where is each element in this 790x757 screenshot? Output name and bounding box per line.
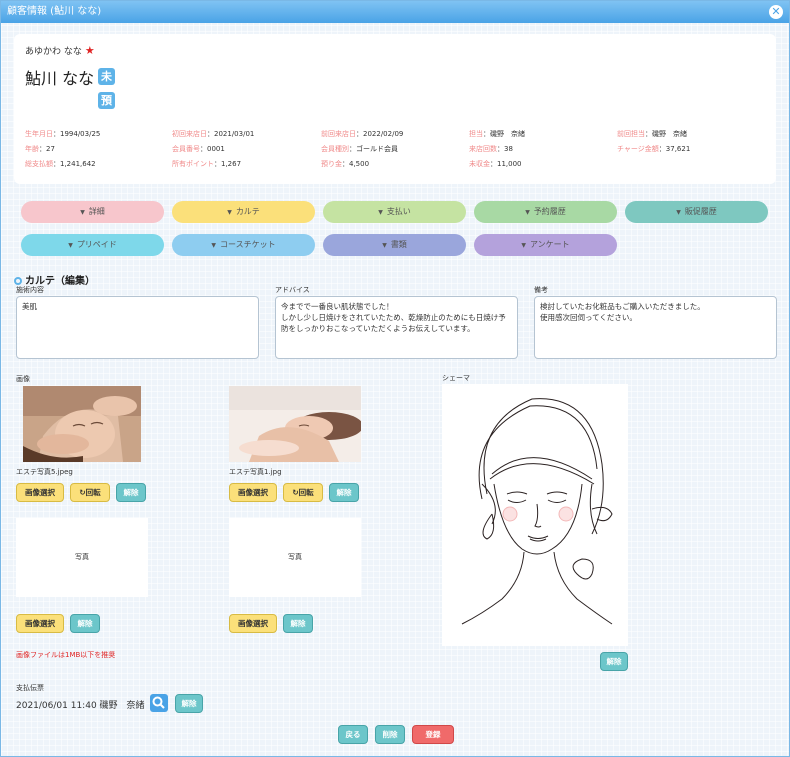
info-total-paid: 総支払額：1,241,642 <box>25 160 96 168</box>
deposit-badge: 預 <box>98 92 115 109</box>
chevron-down-icon: ▼ <box>68 242 73 249</box>
photo-4-select-button[interactable]: 画像選択 <box>229 614 277 633</box>
photo-4-clear-button[interactable]: 解除 <box>283 614 313 633</box>
unpaid-badge: 未 <box>98 68 115 85</box>
payment-slip-label: 支払伝票 <box>16 684 44 692</box>
info-member-type: 会員種別：ゴールド会員 <box>321 145 398 153</box>
customer-profile-card: あゆかわ なな ★ 鮎川 なな 未 預 生年月日：1994/03/25 初回来店日… <box>14 34 776 184</box>
chevron-down-icon: ▼ <box>521 242 526 249</box>
photo-1-rotate-button[interactable]: ↻回転 <box>70 483 110 502</box>
tab-prepaid[interactable]: ▼ プリペイド <box>21 234 164 256</box>
back-button[interactable]: 戻る <box>338 725 368 744</box>
photo-2-rotate-button[interactable]: ↻回転 <box>283 483 323 502</box>
photo-1-clear-button[interactable]: 解除 <box>116 483 146 502</box>
notes-textarea[interactable]: 検討していたお化粧品もご購入いただきました。 使用感次回伺ってください。 <box>534 296 777 359</box>
info-first-visit: 初回来店日：2021/03/01 <box>172 130 255 138</box>
chevron-down-icon: ▼ <box>676 209 681 216</box>
window-titlebar: 顧客情報 (鮎川 なな) ✕ <box>1 1 789 23</box>
info-member-number: 会員番号：0001 <box>172 145 225 153</box>
chevron-down-icon: ▼ <box>525 209 530 216</box>
chevron-down-icon: ▼ <box>227 209 232 216</box>
payment-clear-button[interactable]: 解除 <box>175 694 203 713</box>
close-icon[interactable]: ✕ <box>769 5 783 19</box>
advice-label: アドバイス <box>275 286 310 294</box>
chevron-down-icon: ▼ <box>80 209 85 216</box>
info-staff: 担当：磯野 奈緒 <box>469 130 525 138</box>
photo-3-clear-button[interactable]: 解除 <box>70 614 100 633</box>
window-title: 顧客情報 (鮎川 なな) <box>7 6 102 17</box>
photo-2 <box>229 386 361 462</box>
photo-4-placeholder: 写真 <box>229 518 361 597</box>
tab-questionnaire[interactable]: ▼ アンケート <box>474 234 617 256</box>
register-button[interactable]: 登録 <box>412 725 454 744</box>
tab-karte[interactable]: ▼ カルテ <box>172 201 315 223</box>
images-label: 画像 <box>16 375 30 383</box>
info-deposit: 預り金：4,500 <box>321 160 370 168</box>
info-charge-amount: チャージ金額：37,621 <box>617 145 691 153</box>
circle-icon <box>14 277 22 285</box>
info-points: 所有ポイント：1,267 <box>172 160 242 168</box>
photo-2-clear-button[interactable]: 解除 <box>329 483 359 502</box>
customer-name: 鮎川 なな <box>25 69 95 88</box>
tab-payment[interactable]: ▼ 支払い <box>323 201 466 223</box>
advice-textarea[interactable]: 今までで一番良い肌状態でした！ しかし少し日焼けをされていたため、乾燥防止のため… <box>275 296 518 359</box>
photo-1 <box>23 386 141 462</box>
info-receivable: 未収金：11,000 <box>469 160 522 168</box>
info-last-visit: 前回来店日：2022/02/09 <box>321 130 404 138</box>
customer-kana: あゆかわ なな ★ <box>25 44 95 57</box>
treatment-label: 施術内容 <box>16 286 44 294</box>
photo-3-placeholder: 写真 <box>16 518 148 597</box>
photo-1-filename: エステ写真5.jpeg <box>16 468 73 476</box>
photo-2-filename: エステ写真1.jpg <box>229 468 282 476</box>
search-icon[interactable] <box>150 694 168 712</box>
info-visit-count: 来店回数：38 <box>469 145 513 153</box>
schema-drawing[interactable] <box>442 384 628 646</box>
star-icon: ★ <box>84 44 95 57</box>
treatment-textarea[interactable]: 美肌 <box>16 296 259 359</box>
photo-3-select-button[interactable]: 画像選択 <box>16 614 64 633</box>
photo-1-select-button[interactable]: 画像選択 <box>16 483 64 502</box>
schema-label: シェーマ <box>442 374 470 382</box>
image-size-warning: 画像ファイルは1MB以下を推奨 <box>16 651 116 659</box>
tab-details[interactable]: ▼ 詳細 <box>21 201 164 223</box>
info-birthday: 生年月日：1994/03/25 <box>25 130 101 138</box>
customer-kana-text: あゆかわ なな <box>25 47 82 57</box>
payment-slip-value: 2021/06/01 11:40 磯野 奈緒 <box>16 701 145 711</box>
chevron-down-icon: ▼ <box>378 209 383 216</box>
photo-2-select-button[interactable]: 画像選択 <box>229 483 277 502</box>
customer-info-window: 顧客情報 (鮎川 なな) ✕ あゆかわ なな ★ 鮎川 なな 未 預 生年月日：1… <box>0 0 790 757</box>
tab-course-ticket[interactable]: ▼ コースチケット <box>172 234 315 256</box>
tab-documents[interactable]: ▼ 書類 <box>323 234 466 256</box>
chevron-down-icon: ▼ <box>382 242 387 249</box>
schema-clear-button[interactable]: 解除 <box>600 652 628 671</box>
delete-button[interactable]: 削除 <box>375 725 405 744</box>
notes-label: 備考 <box>534 286 548 294</box>
info-age: 年齢：27 <box>25 145 55 153</box>
chevron-down-icon: ▼ <box>211 242 216 249</box>
info-last-staff: 前回担当：磯野 奈緒 <box>617 130 687 138</box>
tab-reservation-history[interactable]: ▼ 予約履歴 <box>474 201 617 223</box>
tab-promotion-history[interactable]: ▼ 販促履歴 <box>625 201 768 223</box>
